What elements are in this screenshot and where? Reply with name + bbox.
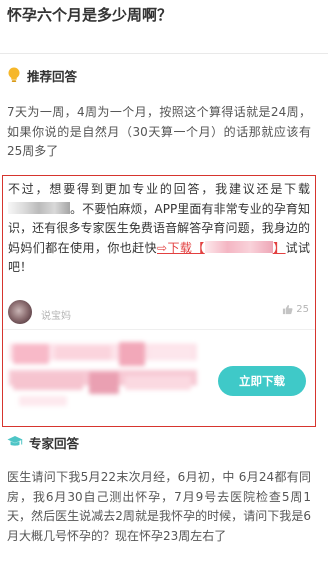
promo-card[interactable]: 不过，想要得到更加专业的回答，我建议还是下载。不要怕麻烦，APP里面有非常专业的… bbox=[2, 175, 316, 427]
recommended-label: 推荐回答 bbox=[27, 68, 78, 84]
download-link-prefix: ⇨下载【 bbox=[157, 240, 205, 255]
download-link[interactable]: ⇨下载【 】 bbox=[157, 240, 286, 255]
divider bbox=[3, 329, 315, 330]
promo-text: 不过，想要得到更加专业的回答，我建议还是下载。不要怕麻烦，APP里面有非常专业的… bbox=[8, 180, 310, 278]
divider bbox=[0, 53, 328, 54]
blurred-ad-thumbnail bbox=[9, 336, 197, 412]
blurred-link-name bbox=[204, 240, 273, 253]
thumbs-up-icon bbox=[283, 305, 293, 315]
recommended-answer: 7天为一周，4周为一个月，按照这个算得话就是24周，如果你说的是自然月（30天算… bbox=[7, 105, 311, 158]
expert-label: 专家回答 bbox=[29, 435, 80, 451]
download-now-button[interactable]: 立即下载 bbox=[218, 366, 306, 396]
recommended-header: 推荐回答 bbox=[7, 65, 77, 85]
expert-header: 专家回答 bbox=[7, 432, 79, 452]
like-count: 25 bbox=[296, 304, 309, 315]
promo-text-before: 不过，想要得到更加专业的回答，我建议还是下载 bbox=[8, 182, 310, 196]
download-link-suffix: 】 bbox=[272, 240, 286, 255]
username: 说宝妈 bbox=[41, 311, 71, 322]
avatar bbox=[8, 300, 32, 324]
expert-answer: 医生请问下我5月22末次月经，6月初，中 6月24都有同房，我6月30自己测出怀… bbox=[7, 470, 311, 543]
graduation-cap-icon bbox=[7, 436, 23, 446]
question-title: 怀孕六个月是多少周啊？ bbox=[7, 6, 173, 24]
blurred-app-name bbox=[8, 201, 70, 214]
lightbulb-icon bbox=[8, 67, 20, 82]
like-counter[interactable]: 25 bbox=[282, 304, 309, 315]
